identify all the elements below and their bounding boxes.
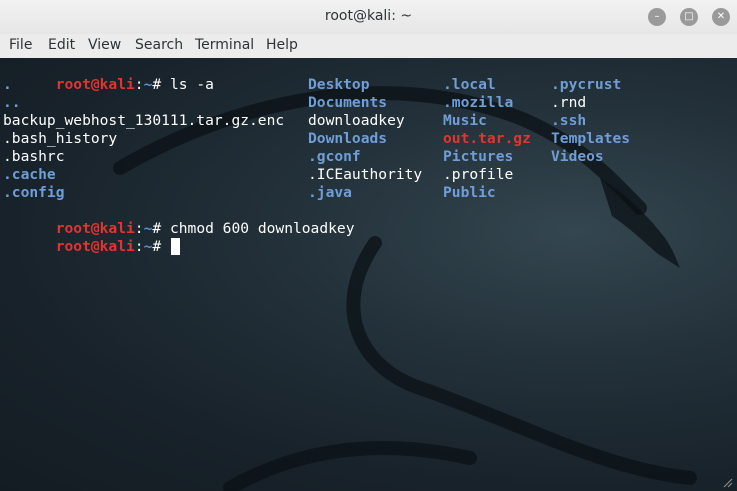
minimize-button[interactable]: – <box>648 8 666 26</box>
ls-entry: Videos <box>551 148 604 165</box>
terminal-line-2: root@kali:~# chmod 600 downloadkey <box>3 202 355 237</box>
close-button[interactable]: ✕ <box>712 8 730 26</box>
command-text: chmod 600 downloadkey <box>169 220 355 237</box>
prompt-separator: : <box>134 238 144 255</box>
ls-row-5: .bashrc .gconf Pictures Videos <box>3 148 604 166</box>
terminal-line-3: root@kali:~# <box>3 220 180 255</box>
ls-row-4: .bash_history Downloads out.tar.gz Templ… <box>3 130 630 148</box>
ls-entry: downloadkey <box>308 112 405 129</box>
terminal-line-1: root@kali:~# ls -a <box>3 58 214 93</box>
menu-bar: File Edit View Search Terminal Help <box>0 34 737 59</box>
prompt-separator: : <box>134 76 144 93</box>
ls-entry: out.tar.gz <box>443 130 531 147</box>
ls-entry: .ICEauthority <box>308 166 423 183</box>
ls-entry: Music <box>443 112 487 129</box>
maximize-icon: □ <box>684 11 694 22</box>
close-icon: ✕ <box>716 11 726 22</box>
ls-entry: .java <box>308 184 352 201</box>
ls-entry: .config <box>3 184 65 201</box>
prompt-user: root@kali <box>55 76 135 93</box>
ls-row-2: .. Documents .mozilla .rnd <box>3 94 586 112</box>
ls-entry: .rnd <box>551 94 587 111</box>
ls-entry: Pictures <box>443 148 514 165</box>
ls-entry: . <box>3 76 12 93</box>
resize-grip-icon[interactable] <box>721 476 733 488</box>
maximize-button[interactable]: □ <box>680 8 698 26</box>
ls-entry: .profile <box>443 166 514 183</box>
ls-row-1: . Desktop .local .pycrust <box>3 76 621 94</box>
ls-entry: .bash_history <box>3 130 118 147</box>
ls-entry: Documents <box>308 94 388 111</box>
ls-row-3: backup_webhost_130111.tar.gz.enc downloa… <box>3 112 586 130</box>
ls-entry: Public <box>443 184 496 201</box>
ls-entry: Templates <box>551 130 631 147</box>
ls-row-7: .config .java Public <box>3 184 496 202</box>
ls-row-6: .cache .ICEauthority .profile <box>3 166 513 184</box>
ls-entry: .pycrust <box>551 76 622 93</box>
menu-file[interactable]: File <box>9 37 32 53</box>
text-cursor <box>170 238 180 255</box>
ls-entry: .mozilla <box>443 94 514 111</box>
ls-entry: backup_webhost_130111.tar.gz.enc <box>3 112 285 129</box>
window-title: root@kali: ~ <box>324 8 413 24</box>
ls-entry: .gconf <box>308 148 361 165</box>
ls-entry: .. <box>3 94 21 111</box>
terminal-output[interactable]: root@kali:~# ls -a . Desktop .local .pyc… <box>0 58 737 491</box>
prompt-suffix: # <box>152 238 170 255</box>
command-text: ls -a <box>169 76 214 93</box>
menu-search[interactable]: Search <box>135 37 183 53</box>
menu-terminal[interactable]: Terminal <box>195 37 254 53</box>
ls-entry: Downloads <box>308 130 388 147</box>
title-bar[interactable]: root@kali: ~ – □ ✕ <box>0 0 737 35</box>
ls-entry: .local <box>443 76 496 93</box>
ls-entry: .ssh <box>551 112 587 129</box>
terminal-window: root@kali: ~ – □ ✕ File Edit View Search… <box>0 0 737 491</box>
ls-entry: Desktop <box>308 76 370 93</box>
menu-view[interactable]: View <box>88 37 121 53</box>
menu-edit[interactable]: Edit <box>48 37 75 53</box>
prompt-suffix: # <box>152 76 170 93</box>
minimize-icon: – <box>654 11 660 22</box>
prompt-user: root@kali <box>55 238 135 255</box>
ls-entry: .bashrc <box>3 148 65 165</box>
ls-entry: .cache <box>3 166 56 183</box>
menu-help[interactable]: Help <box>266 37 298 53</box>
